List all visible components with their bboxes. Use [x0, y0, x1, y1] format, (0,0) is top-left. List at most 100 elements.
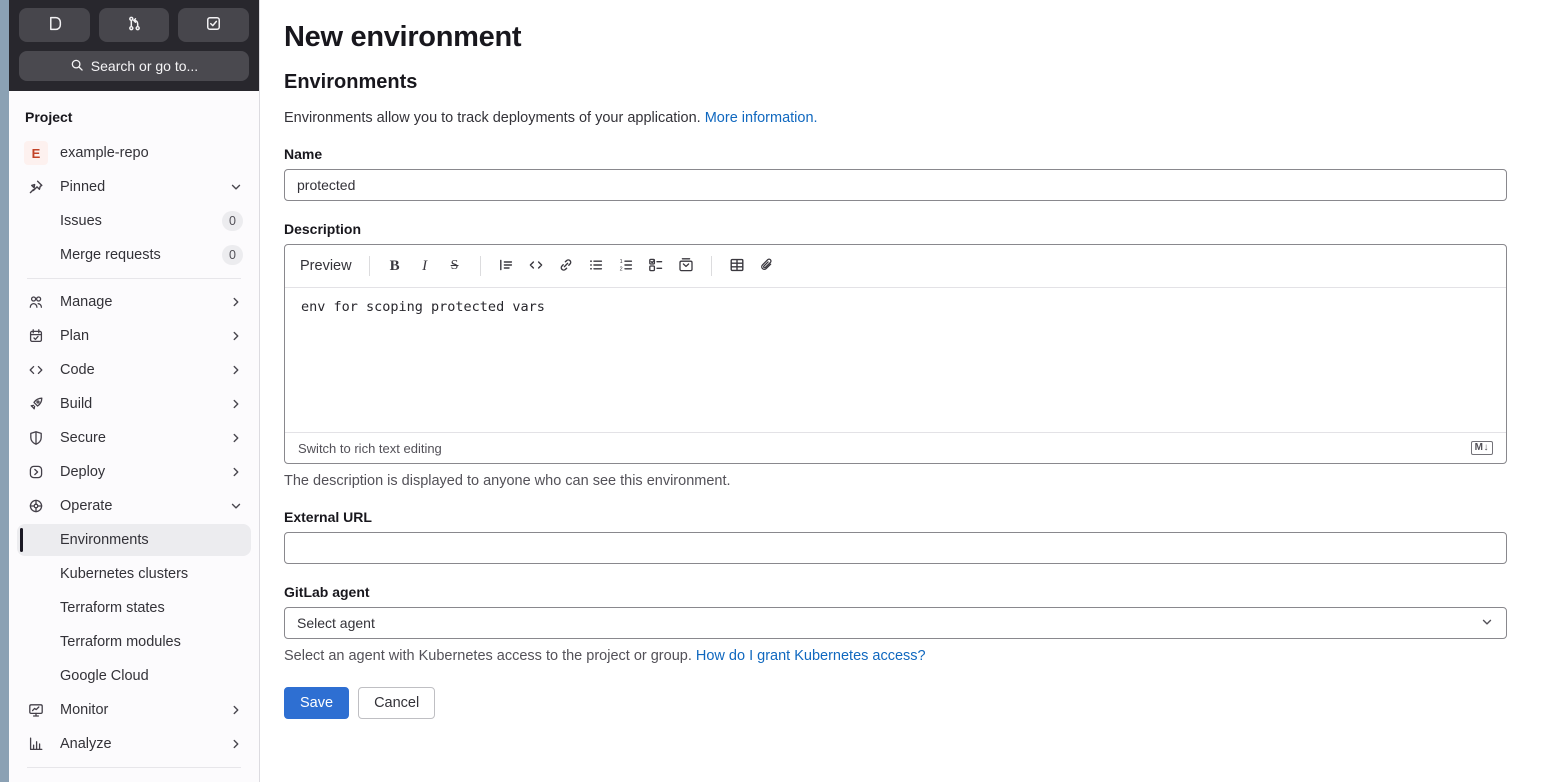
terraform-states-label: Terraform states — [60, 600, 165, 616]
switch-rich-text-button[interactable]: Switch to rich text editing — [298, 441, 442, 456]
monitor-icon — [28, 702, 44, 718]
collapsible-section-icon — [678, 257, 694, 276]
save-button[interactable]: Save — [284, 687, 350, 719]
sidebar-item-manage[interactable]: Manage — [17, 286, 251, 318]
sidebar-item-google-cloud[interactable]: Google Cloud — [17, 660, 251, 692]
chevron-down-icon — [229, 180, 243, 194]
sidebar-item-secure[interactable]: Secure — [17, 422, 251, 454]
sidebar-item-environments[interactable]: Environments — [17, 524, 251, 556]
chevron-down-icon — [1480, 615, 1494, 632]
gitlab-agent-select[interactable]: Select agent — [284, 607, 1507, 639]
main-content: New environment Environments Environment… — [260, 0, 1550, 782]
sidebar: Search or go to... Project E example-rep… — [9, 0, 260, 782]
numbered-list-icon: 12 — [618, 257, 634, 276]
project-name: example-repo — [60, 145, 149, 161]
link-button[interactable] — [552, 252, 580, 280]
chevron-right-icon — [229, 397, 243, 411]
quote-button[interactable] — [492, 252, 520, 280]
code-icon — [28, 362, 44, 378]
search-input[interactable]: Search or go to... — [19, 51, 249, 81]
sidebar-item-build[interactable]: Build — [17, 388, 251, 420]
more-information-link[interactable]: More information. — [705, 110, 818, 126]
kubernetes-access-link[interactable]: How do I grant Kubernetes access? — [696, 648, 926, 664]
merge-requests-label: Merge requests — [60, 247, 161, 263]
sidebar-item-kubernetes-clusters[interactable]: Kubernetes clusters — [17, 558, 251, 590]
todo-checkbox-icon — [205, 15, 222, 35]
users-icon — [28, 294, 44, 310]
external-url-input[interactable] — [284, 532, 1507, 564]
issues-label: Issues — [60, 213, 102, 229]
name-input[interactable] — [284, 169, 1507, 201]
bullet-list-button[interactable] — [582, 252, 610, 280]
sidebar-item-monitor[interactable]: Monitor — [17, 694, 251, 726]
pin-icon — [28, 179, 44, 195]
sidebar-header: Search or go to... — [9, 0, 259, 91]
chevron-right-icon — [229, 329, 243, 343]
svg-text:1: 1 — [619, 259, 622, 265]
form-actions: Save Cancel — [284, 687, 1507, 719]
agent-help-sentence: Select an agent with Kubernetes access t… — [284, 648, 692, 664]
todo-shortcut-button[interactable] — [178, 8, 250, 42]
page-title: New environment — [284, 21, 522, 53]
sidebar-item-operate[interactable]: Operate — [17, 490, 251, 522]
toolbar-separator — [368, 256, 370, 276]
sidebar-item-analyze[interactable]: Analyze — [17, 728, 251, 760]
svg-text:2: 2 — [619, 266, 622, 272]
code-icon — [528, 257, 544, 276]
description-help-text: The description is displayed to anyone w… — [284, 473, 731, 489]
kubernetes-clusters-label: Kubernetes clusters — [60, 566, 189, 582]
sidebar-section-label: Project — [25, 109, 73, 125]
search-icon — [70, 58, 84, 75]
quote-icon — [498, 257, 514, 276]
task-list-button[interactable] — [642, 252, 670, 280]
monitor-label: Monitor — [60, 702, 109, 718]
sidebar-item-code[interactable]: Code — [17, 354, 251, 386]
markdown-icon[interactable]: M↓ — [1470, 441, 1493, 455]
deploy-label: Deploy — [60, 464, 106, 480]
preview-button[interactable]: Preview — [298, 254, 358, 278]
sidebar-item-deploy[interactable]: Deploy — [17, 456, 251, 488]
attach-file-button[interactable] — [753, 252, 781, 280]
link-icon — [558, 257, 574, 276]
markdown-toolbar: Preview B I S 12 — [285, 245, 1506, 288]
globe-icon — [28, 498, 44, 514]
merge-request-icon — [126, 15, 143, 35]
project-avatar: E — [24, 141, 48, 165]
italic-button[interactable]: I — [411, 252, 439, 280]
sidebar-item-project[interactable]: E example-repo — [17, 137, 251, 169]
description-textarea[interactable]: env for scoping protected vars — [285, 288, 1506, 432]
bold-button[interactable]: B — [381, 252, 409, 280]
collapsible-section-button[interactable] — [672, 252, 700, 280]
sidebar-item-terraform-modules[interactable]: Terraform modules — [17, 626, 251, 658]
code-button[interactable] — [522, 252, 550, 280]
sidebar-item-issues[interactable]: Issues 0 — [17, 205, 251, 237]
rocket-icon — [28, 396, 44, 412]
agent-select-value: Select agent — [297, 615, 375, 631]
strikethrough-icon: S — [450, 258, 459, 273]
description-label: Description — [284, 221, 362, 237]
shield-icon — [28, 430, 44, 446]
table-button[interactable] — [723, 252, 751, 280]
paperclip-icon — [759, 257, 775, 276]
sidebar-item-pinned[interactable]: Pinned — [17, 171, 251, 203]
sidebar-divider — [27, 767, 241, 768]
issues-count-badge: 0 — [222, 211, 243, 231]
calendar-icon — [28, 328, 44, 344]
plan-label: Plan — [60, 328, 90, 344]
analyze-label: Analyze — [60, 736, 112, 752]
issues-shortcut-button[interactable] — [19, 8, 90, 42]
sidebar-item-plan[interactable]: Plan — [17, 320, 251, 352]
cancel-button[interactable]: Cancel — [358, 687, 436, 719]
app-window: Search or go to... Project E example-rep… — [0, 0, 1550, 782]
chevron-right-icon — [229, 737, 243, 751]
chevron-right-icon — [229, 363, 243, 377]
gitlab-agent-label: GitLab agent — [284, 584, 370, 600]
google-cloud-label: Google Cloud — [60, 668, 149, 684]
sidebar-item-terraform-states[interactable]: Terraform states — [17, 592, 251, 624]
name-label: Name — [284, 146, 323, 162]
strikethrough-button[interactable]: S — [441, 252, 469, 280]
sidebar-item-merge-requests[interactable]: Merge requests 0 — [17, 239, 251, 271]
merge-requests-count-badge: 0 — [222, 245, 243, 265]
numbered-list-button[interactable]: 12 — [612, 252, 640, 280]
merge-requests-shortcut-button[interactable] — [98, 8, 170, 42]
